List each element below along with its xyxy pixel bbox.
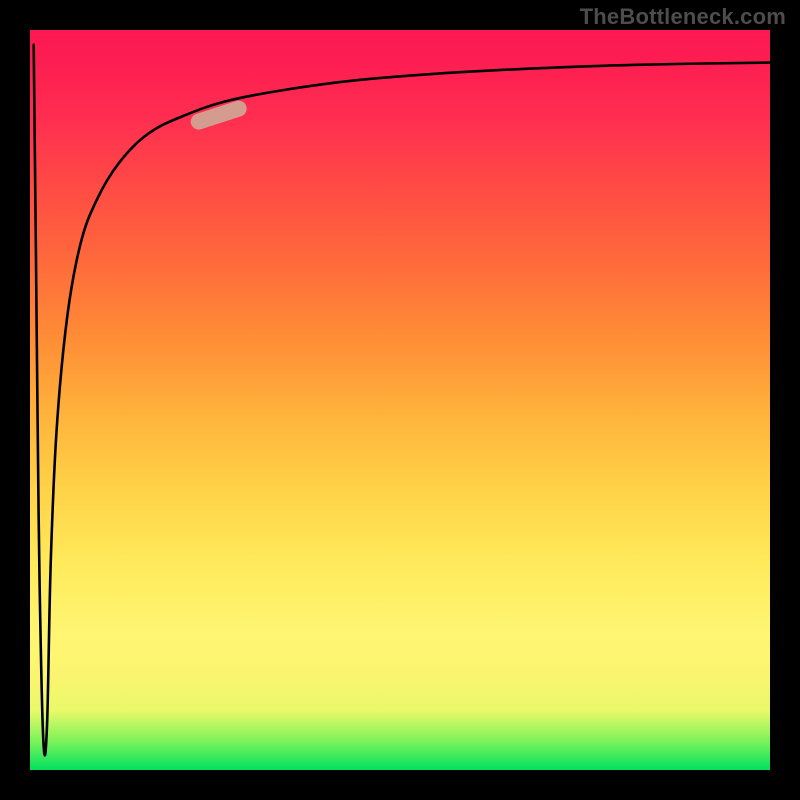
curve-layer (30, 30, 770, 770)
watermark-label: TheBottleneck.com (580, 4, 786, 30)
data-curve (34, 45, 770, 756)
chart-frame: TheBottleneck.com (0, 0, 800, 800)
